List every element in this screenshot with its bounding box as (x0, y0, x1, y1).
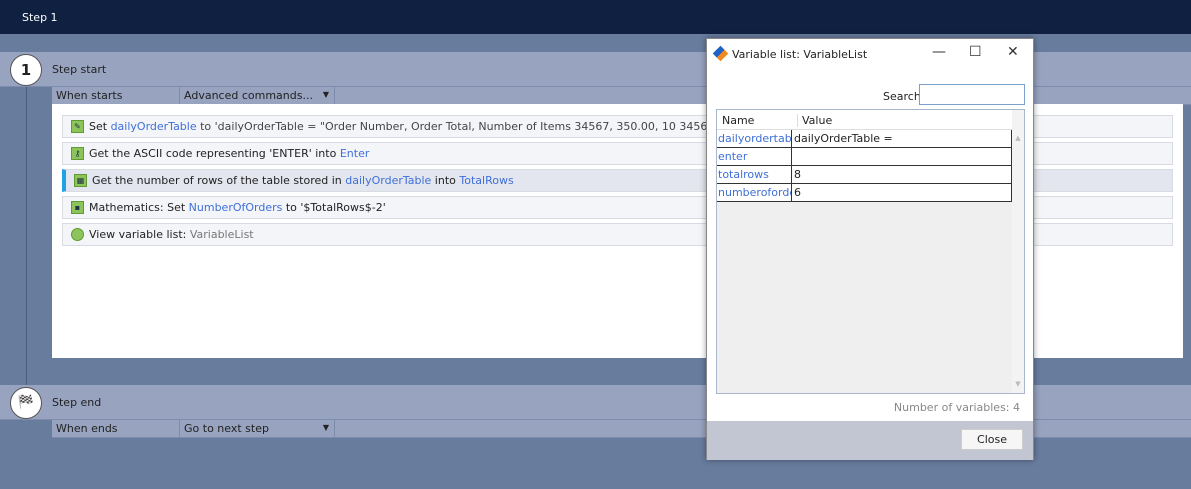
var-name: numberoforders (717, 184, 792, 201)
chevron-down-icon: ▼ (322, 90, 329, 99)
text: into (431, 174, 460, 187)
dialog-title: Variable list: VariableList (732, 48, 868, 61)
math-icon: ▪ (71, 201, 84, 214)
variable-count: Number of variables: 4 (893, 401, 1020, 414)
step-start-label: Step start (52, 63, 107, 76)
text: Mathematics: Set (89, 201, 189, 214)
step-number-badge: 1 (10, 54, 42, 86)
dropdown-value: Advanced commands... (184, 89, 313, 102)
table-row[interactable]: dailyordertabledailyOrderTable = (717, 130, 1012, 148)
var-value: dailyOrderTable = (794, 132, 893, 145)
variable-link[interactable]: NumberOfOrders (189, 201, 283, 214)
close-icon[interactable]: ✕ (1007, 44, 1019, 60)
table-header: Name Value (717, 110, 1012, 130)
bug-icon (71, 228, 84, 241)
step-end-label: Step end (52, 396, 102, 409)
scrollbar[interactable]: ▲ ▼ (1012, 110, 1024, 393)
variable-link[interactable]: dailyOrderTable (111, 120, 197, 133)
when-ends-label: When ends (52, 420, 180, 438)
variable-link[interactable]: dailyOrderTable (345, 174, 431, 187)
text: Get the ASCII code representing 'ENTER' … (89, 147, 340, 160)
search-input[interactable] (919, 84, 1025, 105)
var-value: 8 (794, 168, 801, 181)
when-starts-dropdown[interactable]: Advanced commands... ▼ (180, 87, 335, 105)
text: VariableList (189, 228, 254, 241)
table-icon: ▦ (74, 174, 87, 187)
checkered-flag-icon: 🏁 (10, 387, 42, 419)
key-icon: ⚷ (71, 147, 84, 160)
text: Set (89, 120, 111, 133)
step-title: Step 1 (22, 11, 58, 24)
when-ends-dropdown[interactable]: Go to next step ▼ (180, 420, 335, 438)
chevron-down-icon: ▼ (322, 423, 329, 432)
close-button[interactable]: Close (961, 429, 1023, 450)
column-value[interactable]: Value (797, 114, 832, 127)
text: to '$TotalRows$-2' (282, 201, 386, 214)
step-connector (26, 87, 27, 387)
when-starts-label: When starts (52, 87, 180, 105)
dropdown-value: Go to next step (184, 422, 269, 435)
dialog-footer: Close (707, 421, 1033, 460)
table-row[interactable]: totalrows 8 (717, 166, 1012, 184)
step-title-bar: Step 1 (0, 0, 1191, 34)
var-value: 6 (794, 186, 801, 199)
var-name: dailyordertable (718, 130, 792, 147)
variable-list-dialog: Variable list: VariableList — ☐ ✕ Search… (706, 38, 1034, 460)
text: View variable list: (89, 228, 190, 241)
app-logo-icon (712, 45, 729, 62)
table-row[interactable]: numberoforders6 (717, 184, 1012, 202)
table-row[interactable]: enter (717, 148, 1012, 166)
pencil-icon: ✎ (71, 120, 84, 133)
var-name: enter (717, 148, 792, 165)
variable-link[interactable]: TotalRows (459, 174, 513, 187)
variable-link[interactable]: Enter (340, 147, 370, 160)
var-name: totalrows (717, 166, 792, 183)
maximize-icon[interactable]: ☐ (969, 44, 982, 60)
column-name[interactable]: Name (722, 114, 754, 127)
minimize-icon[interactable]: — (932, 44, 946, 60)
text: Get the number of rows of the table stor… (92, 174, 346, 187)
variables-table: Name Value dailyordertabledailyOrderTable… (716, 109, 1025, 394)
